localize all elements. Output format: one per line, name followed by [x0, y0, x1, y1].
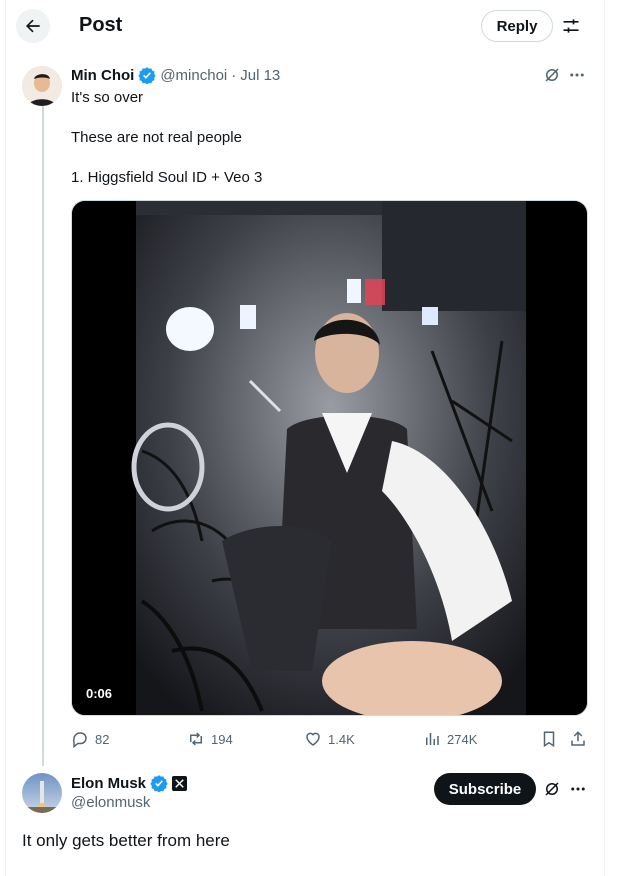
- more-horizontal-icon: [570, 73, 584, 77]
- author-handle[interactable]: @minchoi: [160, 67, 227, 84]
- dot-separator: ·: [231, 66, 237, 84]
- analytics-icon: [426, 733, 439, 745]
- repost-icon: [190, 732, 202, 746]
- reply-post-text: It only gets better from here: [22, 831, 230, 850]
- avatar[interactable]: [22, 66, 62, 106]
- repost-count: 194: [211, 731, 233, 747]
- author-handle[interactable]: @elonmusk: [71, 794, 150, 811]
- video-player[interactable]: 0:06: [71, 200, 588, 716]
- arrow-left-icon: [26, 19, 40, 33]
- author-name[interactable]: Elon Musk: [71, 775, 146, 792]
- bookmark-button[interactable]: [540, 730, 558, 748]
- elon-musk-avatar-image: [22, 773, 62, 813]
- verified-badge-icon: [150, 775, 168, 792]
- verified-badge-icon: [138, 67, 157, 84]
- page-header: Post Reply: [6, 0, 606, 54]
- video-frame-image: [72, 201, 587, 715]
- reply-button[interactable]: Reply: [481, 10, 553, 42]
- post-column: Post Reply Min Choi @minchoi · Jul 13 It…: [5, 0, 605, 876]
- more-options-button[interactable]: [569, 780, 587, 798]
- share-icon: [571, 731, 585, 746]
- back-button[interactable]: [16, 9, 50, 43]
- sliders-icon: [563, 19, 579, 33]
- post-text-line-2: These are not real people: [71, 129, 242, 146]
- reply-settings-button[interactable]: [561, 16, 581, 36]
- avatar[interactable]: [22, 773, 62, 813]
- repost-action[interactable]: 194: [187, 730, 233, 748]
- like-count: 1.4K: [328, 731, 355, 747]
- share-button[interactable]: [569, 730, 587, 748]
- grok-icon: [545, 782, 559, 796]
- grok-button[interactable]: [543, 780, 561, 798]
- view-count: 274K: [447, 731, 478, 747]
- post-date[interactable]: Jul 13: [240, 67, 280, 84]
- subscribe-button[interactable]: Subscribe: [434, 773, 536, 805]
- original-post-header: Min Choi @minchoi · Jul 13: [71, 66, 280, 84]
- more-horizontal-icon: [571, 787, 585, 791]
- bookmark-icon: [543, 731, 555, 748]
- grok-icon: [545, 68, 559, 82]
- reply-post-header: Elon Musk: [71, 774, 188, 792]
- reply-icon: [73, 732, 87, 748]
- thread-connector-line: [42, 106, 44, 766]
- post-text-line-3: 1. Higgsfield Soul ID + Veo 3: [71, 169, 263, 186]
- author-name[interactable]: Min Choi: [71, 67, 134, 84]
- reply-action[interactable]: 82: [71, 730, 109, 748]
- reply-count: 82: [95, 731, 110, 747]
- min-choi-avatar-image: [22, 66, 62, 106]
- like-action[interactable]: 1.4K: [304, 730, 355, 748]
- grok-button[interactable]: [543, 66, 561, 84]
- views-action[interactable]: 274K: [423, 730, 477, 748]
- x-affiliate-badge-icon: [172, 775, 188, 791]
- more-options-button[interactable]: [568, 66, 586, 84]
- post-text-line-1: It's so over: [71, 89, 144, 106]
- heart-icon: [306, 732, 320, 746]
- video-timestamp: 0:06: [86, 686, 113, 701]
- page-title: Post: [79, 14, 123, 36]
